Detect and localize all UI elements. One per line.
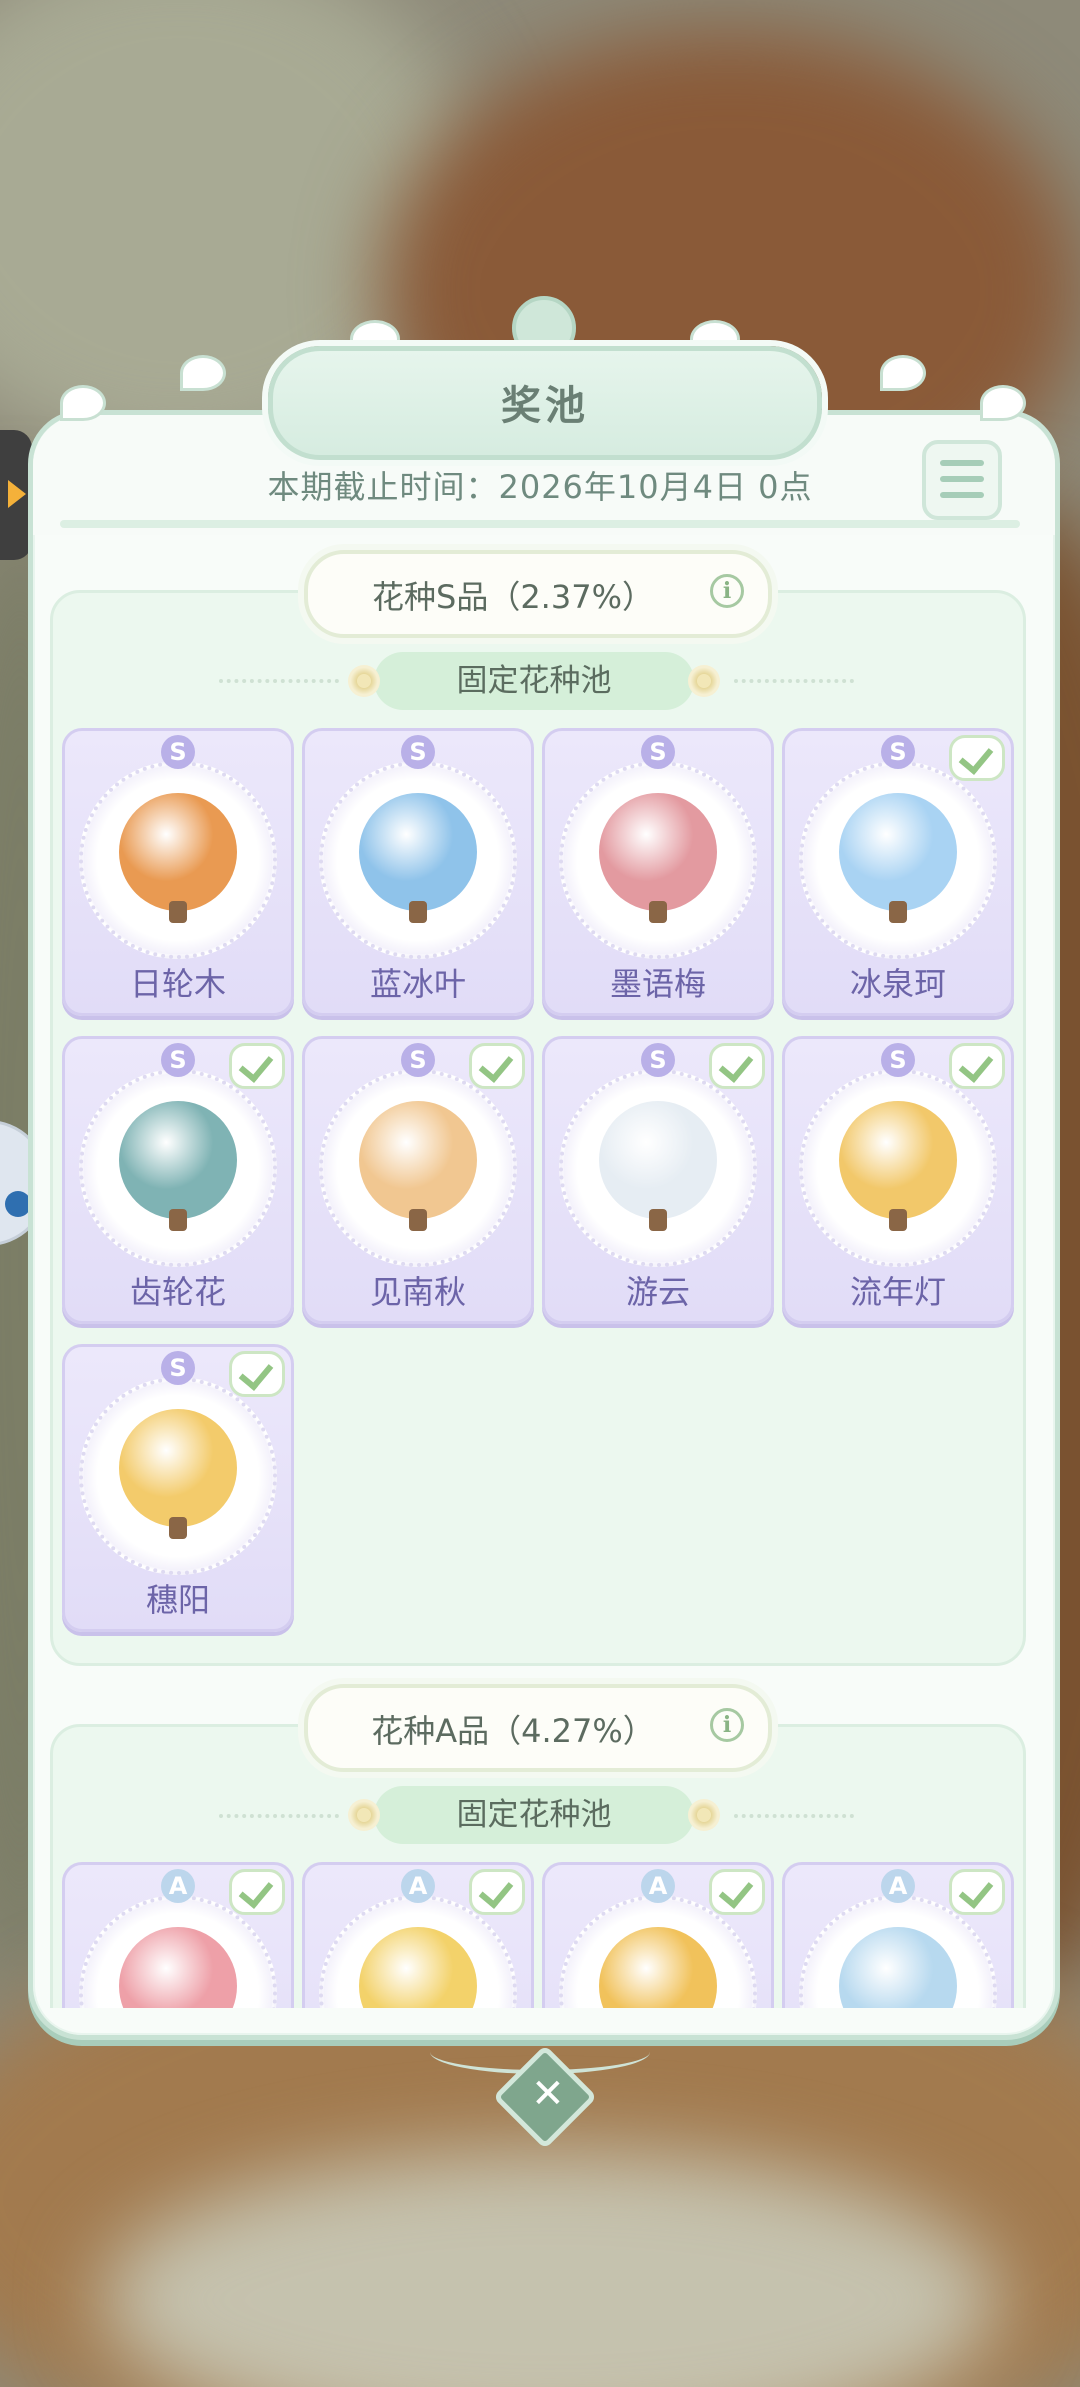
prize-item-card[interactable]: A xyxy=(62,1862,294,2008)
prize-list-scroll[interactable]: 花种S品（2.37%） i 固定花种池 S 日轮木 S 蓝冰叶 S 墨语梅 S 冰泉珂 S 齿轮花… xyxy=(44,534,1036,2008)
section-header-s: 花种S品（2.37%） i xyxy=(304,550,772,638)
owned-check-icon xyxy=(469,1869,525,1915)
grade-badge: S xyxy=(641,735,675,769)
flower-plant-icon xyxy=(599,793,717,911)
grade-badge: S xyxy=(401,1043,435,1077)
pool-label: 固定花种池 xyxy=(348,1786,720,1844)
flower-icon xyxy=(688,1799,720,1831)
grade-badge: S xyxy=(881,1043,915,1077)
flower-plant-icon xyxy=(599,1101,717,1219)
vine-leaf-icon xyxy=(880,355,926,391)
prize-item-card[interactable]: S 冰泉珂 xyxy=(782,728,1014,1016)
flower-plant-icon xyxy=(359,1101,477,1219)
prize-item-card[interactable]: S 流年灯 xyxy=(782,1036,1014,1324)
item-name: 见南秋 xyxy=(369,1273,466,1311)
prize-item-card[interactable]: S 穗阳 xyxy=(62,1344,294,1632)
pool-label: 固定花种池 xyxy=(348,652,720,710)
flower-icon xyxy=(348,1799,380,1831)
owned-check-icon xyxy=(949,735,1005,781)
prize-item-card[interactable]: A xyxy=(302,1862,534,2008)
owned-check-icon xyxy=(229,1869,285,1915)
vine-leaf-icon xyxy=(180,355,226,391)
owned-check-icon xyxy=(229,1351,285,1397)
owned-check-icon xyxy=(949,1869,1005,1915)
divider xyxy=(60,520,1020,528)
flower-plant-icon xyxy=(839,1101,957,1219)
grade-badge: S xyxy=(641,1043,675,1077)
owned-check-icon xyxy=(709,1869,765,1915)
flower-plant-icon xyxy=(119,793,237,911)
section-title: 花种A品（4.27%） xyxy=(371,1712,655,1750)
prize-item-card[interactable]: A xyxy=(542,1862,774,2008)
flower-plant-icon xyxy=(839,793,957,911)
grade-badge: A xyxy=(881,1869,915,1903)
section-title: 花种S品（2.37%） xyxy=(372,578,654,616)
list-icon xyxy=(940,460,984,466)
owned-check-icon xyxy=(949,1043,1005,1089)
owned-check-icon xyxy=(709,1043,765,1089)
item-name: 游云 xyxy=(625,1273,690,1311)
prize-item-card[interactable]: S 日轮木 xyxy=(62,728,294,1016)
item-name: 齿轮花 xyxy=(129,1273,226,1311)
flower-icon xyxy=(348,665,380,697)
grade-badge: A xyxy=(641,1869,675,1903)
item-name: 日轮木 xyxy=(129,965,226,1003)
grade-badge: S xyxy=(881,735,915,769)
grade-badge: S xyxy=(161,735,195,769)
list-menu-button[interactable] xyxy=(922,440,1002,520)
vine-leaf-icon xyxy=(60,385,106,421)
info-icon[interactable]: i xyxy=(710,1708,744,1742)
grade-badge: A xyxy=(161,1869,195,1903)
item-name: 冰泉珂 xyxy=(849,965,946,1003)
grade-badge: S xyxy=(401,735,435,769)
owned-check-icon xyxy=(229,1043,285,1089)
title-plaque: 奖池 xyxy=(268,346,822,460)
prize-item-card[interactable]: A xyxy=(782,1862,1014,2008)
item-name: 墨语梅 xyxy=(609,965,706,1003)
prize-item-card[interactable]: S 齿轮花 xyxy=(62,1036,294,1324)
flower-plant-icon xyxy=(119,1409,237,1527)
page-title: 奖池 xyxy=(501,383,589,429)
prize-item-card[interactable]: S 游云 xyxy=(542,1036,774,1324)
deadline-text: 本期截止时间：2026年10月4日 0点 xyxy=(267,468,813,506)
grade-badge: S xyxy=(161,1043,195,1077)
item-name: 穗阳 xyxy=(145,1581,210,1619)
prize-item-card[interactable]: S 墨语梅 xyxy=(542,728,774,1016)
item-name: 流年灯 xyxy=(849,1273,946,1311)
prize-item-card[interactable]: S 见南秋 xyxy=(302,1036,534,1324)
flower-plant-icon xyxy=(359,793,477,911)
vine-leaf-icon xyxy=(980,385,1026,421)
info-icon[interactable]: i xyxy=(710,574,744,608)
grade-badge: S xyxy=(161,1351,195,1385)
item-name: 蓝冰叶 xyxy=(369,965,466,1003)
close-icon: ✕ xyxy=(531,2071,565,2118)
section-header-a: 花种A品（4.27%） i xyxy=(304,1684,772,1772)
prize-item-card[interactable]: S 蓝冰叶 xyxy=(302,728,534,1016)
flower-plant-icon xyxy=(119,1101,237,1219)
flower-icon xyxy=(688,665,720,697)
grade-badge: A xyxy=(401,1869,435,1903)
owned-check-icon xyxy=(469,1043,525,1089)
